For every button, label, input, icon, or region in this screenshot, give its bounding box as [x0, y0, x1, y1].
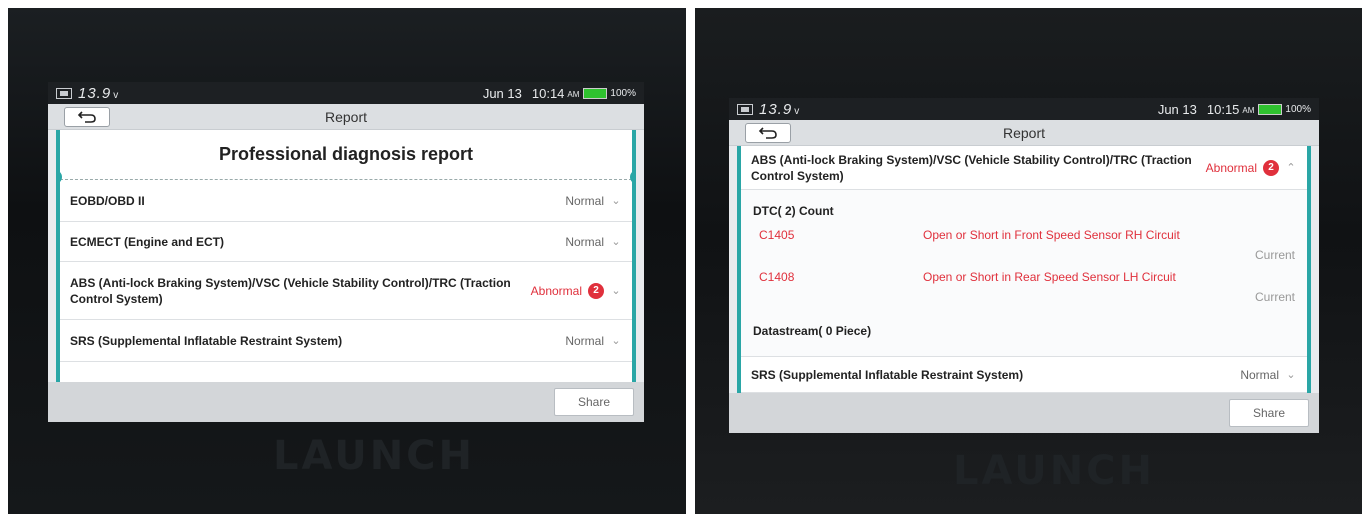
back-button[interactable] [745, 123, 791, 143]
dtc-code: C1405 [759, 228, 795, 242]
dtc-description: Open or Short in Front Speed Sensor RH C… [923, 228, 1180, 242]
system-row-srs[interactable]: SRS (Supplemental Inflatable Restraint S… [60, 320, 632, 362]
dtc-code: C1408 [759, 270, 795, 284]
page-title: Report [1002, 124, 1046, 141]
device-screen-1: 13.9 v Jun 13 10:14 AM 100% Report Profe… [48, 82, 644, 422]
voltage-value: 13.9 [759, 100, 793, 118]
footer-bar: Share [48, 382, 644, 422]
device-brand-logo: LAUNCH [953, 448, 1156, 494]
status-bar: 13.9 v Jun 13 10:14 AM 100% [48, 82, 644, 104]
back-button[interactable] [64, 107, 110, 127]
status-date: Jun 13 [1157, 101, 1197, 117]
photo-left: LAUNCH 13.9 v Jun 13 10:14 AM 100% Repor… [8, 8, 686, 514]
status-ampm: AM [1242, 106, 1255, 115]
battery-icon [1258, 103, 1283, 115]
chevron-down-icon[interactable]: ⌄ [610, 235, 622, 248]
title-bar: Report [729, 120, 1319, 146]
system-label: ABS (Anti-lock Braking System)/VSC (Vehi… [751, 152, 1192, 183]
system-row-abs-expanded[interactable]: ABS (Anti-lock Braking System)/VSC (Vehi… [741, 146, 1307, 190]
system-row-abs[interactable]: ABS (Anti-lock Braking System)/VSC (Vehi… [60, 262, 632, 320]
share-button[interactable]: Share [554, 388, 634, 416]
dtc-state: Current [1254, 290, 1295, 304]
system-row-ecmect[interactable]: ECMECT (Engine and ECT) Normal ⌄ [60, 222, 632, 262]
system-row-srs[interactable]: SRS (Supplemental Inflatable Restraint S… [741, 357, 1307, 393]
report-content[interactable]: ABS (Anti-lock Braking System)/VSC (Vehi… [737, 146, 1311, 393]
device-brand-logo: LAUNCH [273, 433, 476, 479]
battery-percent: 100% [610, 87, 636, 99]
chevron-down-icon[interactable]: ⌄ [610, 194, 622, 207]
share-button[interactable]: Share [1229, 399, 1309, 427]
fault-count-badge: 2 [1263, 159, 1279, 176]
status-text: Normal [1240, 367, 1279, 382]
chevron-up-icon[interactable]: ⌃ [1285, 161, 1297, 174]
status-bar: 13.9 v Jun 13 10:15 AM 100% [729, 98, 1319, 120]
back-arrow-icon [77, 111, 96, 123]
voltage-value: 13.9 [78, 84, 112, 102]
status-text: Abnormal [1205, 160, 1257, 175]
system-label: EOBD/OBD II [70, 193, 145, 208]
vehicle-battery-icon [737, 103, 753, 115]
dtc-row: C1408 Open or Short in Rear Speed Sensor… [753, 270, 1295, 312]
fault-count-badge: 2 [588, 282, 604, 299]
page-title: Report [324, 108, 368, 125]
status-time: 10:15 [1206, 101, 1240, 117]
dtc-description: Open or Short in Rear Speed Sensor LH Ci… [923, 270, 1176, 284]
footer-bar: Share [729, 393, 1319, 433]
status-date: Jun 13 [482, 85, 522, 101]
system-row-eobd[interactable]: EOBD/OBD II Normal ⌄ [60, 180, 632, 222]
device-screen-2: 13.9 v Jun 13 10:15 AM 100% Report ABS (… [729, 98, 1319, 433]
system-label: SRS (Supplemental Inflatable Restraint S… [751, 367, 1024, 382]
dtc-state: Current [1254, 248, 1295, 262]
chevron-down-icon[interactable]: ⌄ [610, 284, 622, 297]
back-arrow-icon [758, 127, 777, 139]
system-label: SRS (Supplemental Inflatable Restraint S… [70, 333, 343, 348]
status-time: 10:14 [531, 85, 565, 101]
dtc-count-heading: DTC( 2) Count [753, 204, 834, 218]
status-ampm: AM [567, 90, 580, 99]
system-label: ECMECT (Engine and ECT) [70, 234, 224, 249]
chevron-down-icon[interactable]: ⌄ [610, 334, 622, 347]
abs-detail-panel: DTC( 2) Count C1405 Open or Short in Fro… [741, 190, 1307, 357]
chevron-down-icon[interactable]: ⌄ [1285, 368, 1297, 381]
dtc-row: C1405 Open or Short in Front Speed Senso… [753, 228, 1295, 270]
status-text: Normal [565, 333, 604, 348]
battery-percent: 100% [1285, 103, 1311, 115]
battery-icon [583, 87, 608, 99]
vehicle-battery-icon [56, 87, 72, 99]
status-text: Normal [565, 193, 604, 208]
voltage-unit: v [794, 105, 800, 117]
status-text: Abnormal [530, 283, 582, 298]
photo-right: LAUNCH 13.9 v Jun 13 10:15 AM 100% Repor… [695, 8, 1362, 514]
voltage-unit: v [113, 89, 119, 101]
title-bar: Report [48, 104, 644, 130]
report-content[interactable]: Professional diagnosis report EOBD/OBD I… [56, 130, 636, 382]
datastream-heading: Datastream( 0 Piece) [753, 324, 872, 338]
system-label: ABS (Anti-lock Braking System)/VSC (Vehi… [70, 275, 511, 306]
status-text: Normal [565, 234, 604, 249]
report-heading: Professional diagnosis report [60, 130, 632, 184]
